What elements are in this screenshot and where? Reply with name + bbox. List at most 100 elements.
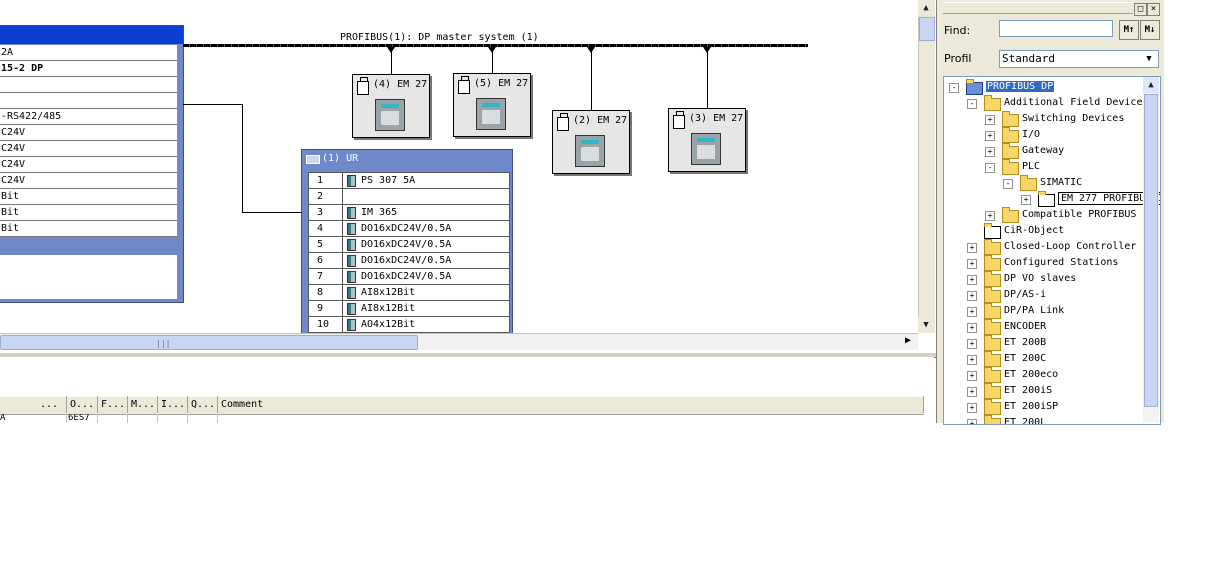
- expand-icon[interactable]: +: [985, 211, 995, 221]
- horizontal-scroll-thumb[interactable]: [0, 335, 418, 350]
- expand-icon[interactable]: +: [967, 387, 977, 397]
- table-cell[interactable]: [98, 414, 128, 423]
- rack-slot-row[interactable]: C24V: [0, 125, 177, 141]
- tree-item[interactable]: ENCODER: [1004, 319, 1046, 335]
- rack-slot-row[interactable]: C24V: [0, 173, 177, 189]
- ur-slot-row[interactable]: 8 AI8x12Bit: [309, 285, 509, 301]
- ur-slot-row[interactable]: 1 PS 307 5A: [309, 173, 509, 189]
- scroll-down-icon[interactable]: ▼: [918, 317, 934, 333]
- tree-item[interactable]: DP/PA Link: [1004, 303, 1064, 319]
- tree-item[interactable]: CiR-Object: [1004, 223, 1064, 239]
- tree-item[interactable]: Compatible PROFIBUS DP: [1022, 207, 1154, 223]
- dp-slave-em277[interactable]: (2) EM 27: [552, 110, 630, 174]
- expand-icon[interactable]: +: [967, 403, 977, 413]
- expand-icon[interactable]: +: [967, 307, 977, 317]
- ur-rack-window[interactable]: (1) UR 1 PS 307 5A 2 3 IM 365 4 DO16xDC24V/…: [301, 149, 513, 333]
- collapse-icon[interactable]: -: [985, 163, 995, 173]
- tree-item[interactable]: I/O: [1022, 127, 1040, 143]
- rack-slot-row[interactable]: [0, 93, 177, 109]
- vertical-scroll-thumb[interactable]: [919, 17, 935, 41]
- expand-icon[interactable]: +: [967, 323, 977, 333]
- collapse-icon[interactable]: -: [967, 99, 977, 109]
- tree-item[interactable]: Additional Field Devices: [1004, 95, 1149, 111]
- table-cell[interactable]: [158, 414, 188, 423]
- expand-icon[interactable]: +: [985, 115, 995, 125]
- rack-slot-row[interactable]: Bit: [0, 205, 177, 221]
- expand-icon[interactable]: +: [967, 339, 977, 349]
- table-cell[interactable]: [188, 414, 218, 423]
- tree-item[interactable]: Gateway: [1022, 143, 1064, 159]
- catalog-tree[interactable]: - PROFIBUS DP - Additional Field Devices + Sw…: [943, 76, 1161, 425]
- tree-item[interactable]: ET 200eco: [1004, 367, 1058, 383]
- table-cell-order-number[interactable]: 6ES7: [67, 414, 98, 423]
- tree-item[interactable]: PLC: [1022, 159, 1040, 175]
- find-input[interactable]: [999, 20, 1113, 37]
- ur-slot-row[interactable]: 10 AO4x12Bit: [309, 317, 509, 333]
- tree-item[interactable]: DP VO slaves: [1004, 271, 1076, 287]
- find-down-icon[interactable]: M↓: [1140, 20, 1160, 40]
- column-header-comment[interactable]: Comment: [218, 396, 924, 413]
- ur-slot-row[interactable]: 7 DO16xDC24V/0.5A: [309, 269, 509, 285]
- ur-slot-row[interactable]: 3 IM 365: [309, 205, 509, 221]
- expand-icon[interactable]: +: [967, 291, 977, 301]
- ur-slot-row[interactable]: 2: [309, 189, 509, 205]
- tree-item[interactable]: DP/AS-i: [1004, 287, 1046, 303]
- expand-icon[interactable]: +: [1021, 195, 1031, 205]
- tree-item[interactable]: Configured Stations: [1004, 255, 1118, 271]
- column-header-mpi[interactable]: M...: [128, 396, 158, 413]
- column-header[interactable]: ...: [0, 396, 67, 413]
- expand-icon[interactable]: +: [985, 131, 995, 141]
- expand-icon[interactable]: +: [967, 371, 977, 381]
- tree-item[interactable]: SIMATIC: [1040, 175, 1082, 191]
- ur-rack-title[interactable]: (1) UR: [302, 150, 512, 168]
- scroll-up-icon[interactable]: ▲: [918, 0, 934, 16]
- expand-icon[interactable]: +: [967, 259, 977, 269]
- expand-icon[interactable]: +: [985, 147, 995, 157]
- master-station-rack[interactable]: 2A 15-2 DP -RS422/485 C24V C24V C24V C24…: [0, 25, 184, 303]
- scroll-right-icon[interactable]: ▶: [900, 334, 916, 348]
- ur-slot-row[interactable]: 4 DO16xDC24V/0.5A: [309, 221, 509, 237]
- rack-slot-row[interactable]: Bit: [0, 221, 177, 237]
- expand-icon[interactable]: +: [967, 243, 977, 253]
- tree-item[interactable]: ET 200iSP: [1004, 399, 1058, 415]
- canvas-vertical-scrollbar[interactable]: [918, 0, 935, 333]
- tree-item[interactable]: Switching Devices: [1022, 111, 1124, 127]
- ur-slot-row[interactable]: 5 DO16xDC24V/0.5A: [309, 237, 509, 253]
- profile-select[interactable]: Standard: [999, 50, 1159, 68]
- find-up-icon[interactable]: M↑: [1119, 20, 1139, 40]
- ur-slot-row[interactable]: 6 DO16xDC24V/0.5A: [309, 253, 509, 269]
- chevron-down-icon[interactable]: ▼: [1141, 51, 1157, 67]
- rack-slot-row[interactable]: 15-2 DP: [0, 61, 177, 77]
- collapse-icon[interactable]: -: [1003, 179, 1013, 189]
- expand-icon[interactable]: +: [967, 419, 977, 424]
- column-header-output[interactable]: Q...: [188, 396, 218, 413]
- master-rack-titlebar[interactable]: [0, 26, 183, 44]
- rack-slot-row[interactable]: 2A: [0, 45, 177, 61]
- close-icon[interactable]: ×: [1147, 3, 1160, 16]
- tree-item[interactable]: Closed-Loop Controller: [1004, 239, 1136, 255]
- tree-scroll-thumb[interactable]: [1144, 94, 1158, 407]
- tree-item[interactable]: PROFIBUS DP: [986, 79, 1055, 95]
- dp-slave-em277[interactable]: (3) EM 27: [668, 108, 746, 172]
- tree-item[interactable]: ET 200iS: [1004, 383, 1052, 399]
- column-header-input[interactable]: I...: [158, 396, 188, 413]
- tree-item[interactable]: ET 200B: [1004, 335, 1046, 351]
- rack-slot-row[interactable]: C24V: [0, 157, 177, 173]
- ur-slot-row[interactable]: 9 AI8x12Bit: [309, 301, 509, 317]
- column-header-firmware[interactable]: F...: [98, 396, 128, 413]
- rack-slot-row[interactable]: [0, 77, 177, 93]
- table-cell[interactable]: A: [0, 414, 67, 423]
- rack-slot-row[interactable]: -RS422/485: [0, 109, 177, 125]
- tree-item[interactable]: ET 200C: [1004, 351, 1046, 367]
- tree-item[interactable]: ET 200L: [1004, 415, 1046, 424]
- collapse-icon[interactable]: -: [949, 83, 959, 93]
- dp-slave-em277[interactable]: (5) EM 27: [453, 73, 531, 137]
- hardware-config-canvas[interactable]: 2A 15-2 DP -RS422/485 C24V C24V C24V C24…: [0, 0, 918, 333]
- catalog-grip-bar[interactable]: [943, 2, 1133, 14]
- rack-slot-row[interactable]: C24V: [0, 141, 177, 157]
- scroll-up-icon[interactable]: ▲: [1143, 77, 1159, 93]
- dp-slave-em277[interactable]: (4) EM 27: [352, 74, 430, 138]
- profibus-label[interactable]: PROFIBUS(1): DP master system (1): [340, 32, 539, 43]
- rack-slot-row[interactable]: Bit: [0, 189, 177, 205]
- column-header-order-number[interactable]: O...: [67, 396, 98, 413]
